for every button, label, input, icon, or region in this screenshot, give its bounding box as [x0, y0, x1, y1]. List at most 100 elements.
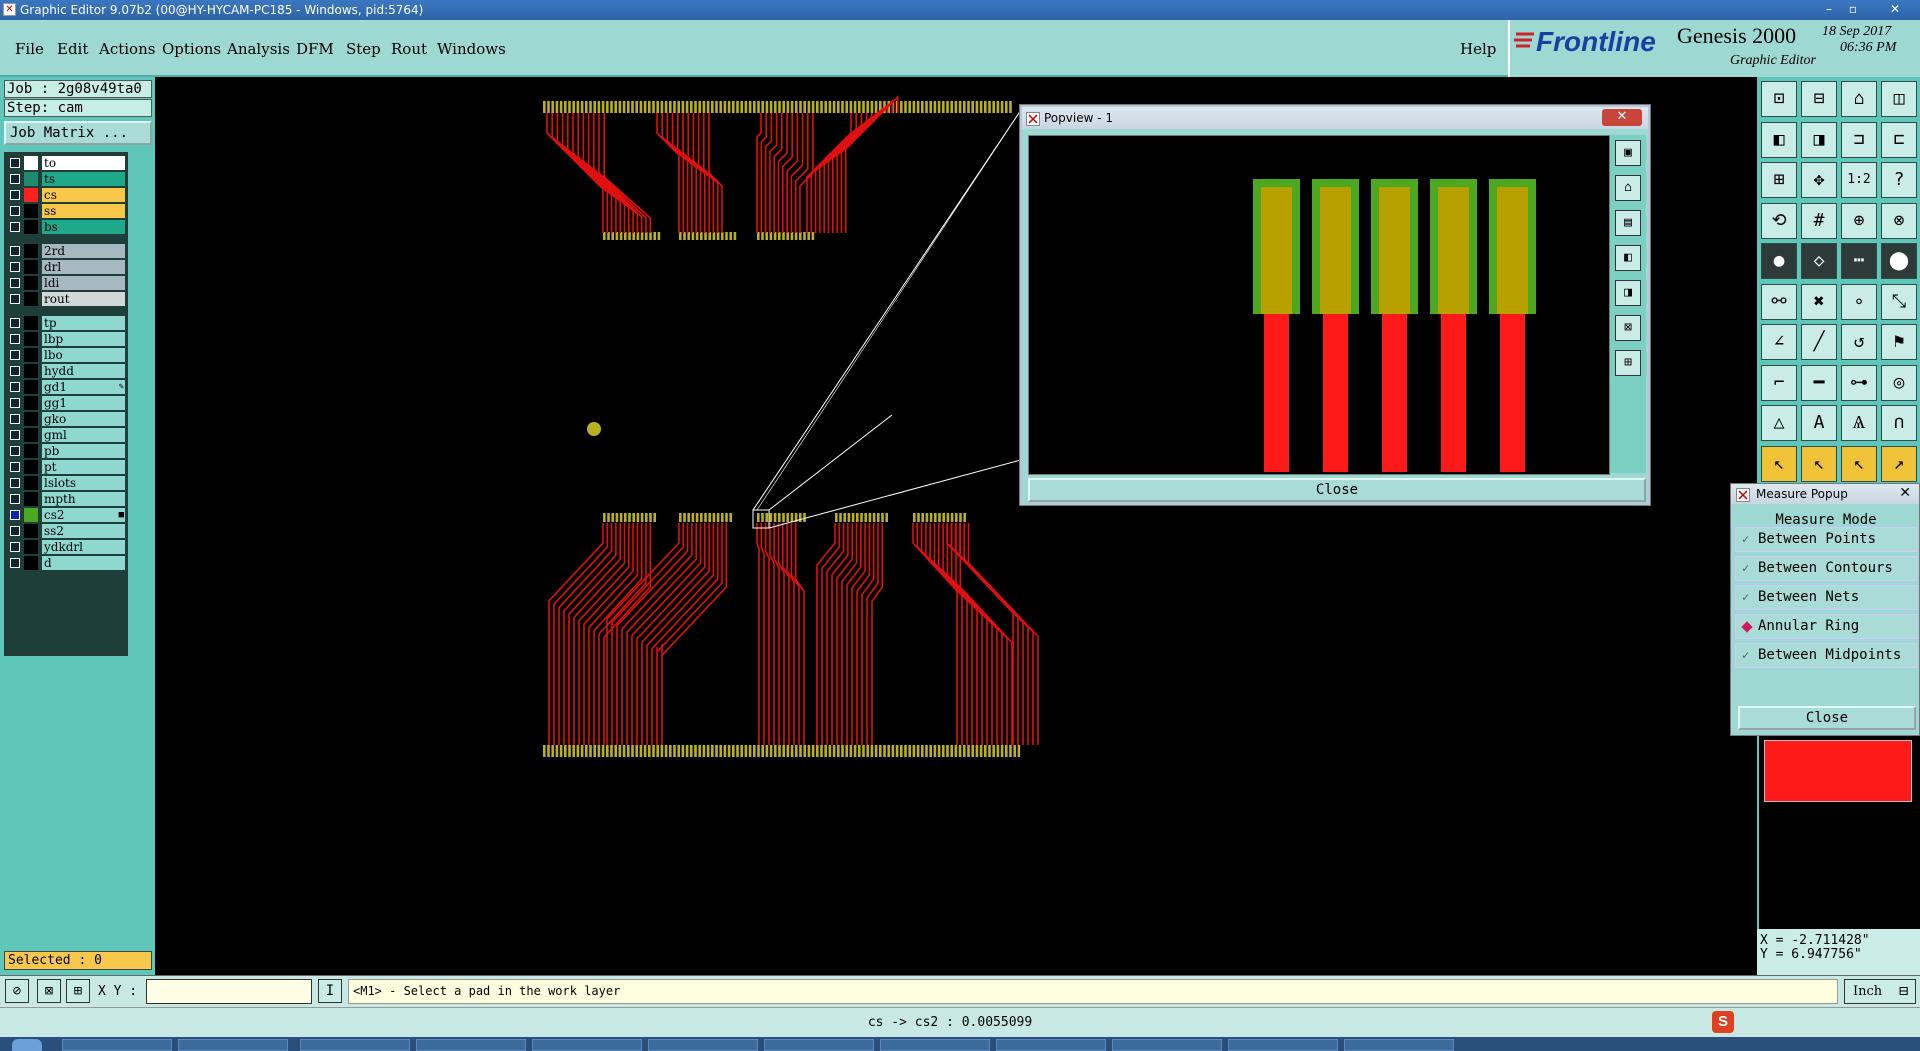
layer-checkbox[interactable]: [10, 158, 20, 168]
measure-close-icon[interactable]: ✕: [1899, 485, 1911, 501]
layer-color-swatch[interactable]: [24, 220, 38, 234]
measure-line-icon[interactable]: ━: [1801, 364, 1837, 401]
taskbar-item[interactable]: [648, 1039, 758, 1051]
snap-icon[interactable]: ⊕: [1841, 202, 1877, 239]
layer-row-lbo[interactable]: lbo: [8, 348, 126, 362]
layer-name[interactable]: ss2: [42, 524, 125, 538]
popview-pan-icon[interactable]: ◨: [1615, 280, 1641, 306]
layer-row-rout[interactable]: rout: [8, 292, 126, 306]
measure-shapes-icon[interactable]: ◎: [1881, 364, 1917, 401]
layer-name[interactable]: d: [42, 556, 125, 570]
layer-row-d[interactable]: d: [8, 556, 126, 570]
layer-name[interactable]: tp: [42, 316, 125, 330]
layer-color-swatch[interactable]: [24, 156, 38, 170]
layer-checkbox[interactable]: [10, 478, 20, 488]
house-icon[interactable]: ⌂: [1841, 81, 1877, 117]
layer-color-swatch[interactable]: [24, 524, 38, 538]
layer-checkbox[interactable]: [10, 334, 20, 344]
line-blue-icon[interactable]: ╱: [1801, 324, 1837, 360]
layer-checkbox[interactable]: [10, 462, 20, 472]
popview-zoom-view[interactable]: [1028, 135, 1610, 475]
layer-row-gko[interactable]: gko: [8, 412, 126, 426]
measure-corner-icon[interactable]: ⌐: [1761, 364, 1797, 401]
zoom-save-icon[interactable]: ⊟: [1801, 81, 1837, 117]
taskbar-item[interactable]: [532, 1039, 642, 1051]
layer-row-ts[interactable]: ts: [8, 172, 126, 186]
layer-checkbox[interactable]: [10, 430, 20, 440]
overview-map[interactable]: [1757, 736, 1920, 929]
layer-row-cs[interactable]: cs: [8, 188, 126, 202]
layer-checkbox[interactable]: [10, 526, 20, 536]
layer-color-swatch[interactable]: [24, 364, 38, 378]
popview-zoom-home-icon[interactable]: ⌂: [1615, 175, 1641, 201]
layer-name[interactable]: bs: [42, 220, 125, 234]
fit-screen-icon[interactable]: ⊞: [1761, 162, 1797, 198]
delete-node-icon[interactable]: ✖: [1801, 283, 1837, 320]
taskbar-item[interactable]: [1344, 1039, 1454, 1051]
window-icon[interactable]: ◫: [1881, 81, 1917, 117]
layer-checkbox[interactable]: [10, 350, 20, 360]
layer-name[interactable]: pt: [42, 460, 125, 474]
select-outline-icon[interactable]: ◇: [1801, 243, 1837, 279]
menu-edit[interactable]: Edit: [57, 40, 88, 58]
menu-actions[interactable]: Actions: [99, 40, 155, 58]
measure-option-between-contours[interactable]: ✓ Between Contours: [1735, 556, 1917, 581]
layer-checkbox[interactable]: [10, 262, 20, 272]
layer-row-pb[interactable]: pb: [8, 444, 126, 458]
menu-options[interactable]: Options: [162, 40, 221, 58]
layer-name[interactable]: lslots: [42, 476, 125, 490]
layer-color-swatch[interactable]: [24, 244, 38, 258]
snap-settings-icon[interactable]: ⊗: [1881, 202, 1917, 239]
layer-color-swatch[interactable]: [24, 556, 38, 570]
layer-name[interactable]: lbo: [42, 348, 125, 362]
measure-option-between-points[interactable]: ✓ Between Points: [1735, 527, 1917, 552]
connect-nodes-icon[interactable]: ⚯: [1761, 283, 1797, 320]
layer-checkbox[interactable]: [10, 294, 20, 304]
layer-checkbox[interactable]: [10, 278, 20, 288]
layer-color-swatch[interactable]: [24, 172, 38, 186]
layer-checkbox[interactable]: [10, 190, 20, 200]
pan-center-icon[interactable]: ✥: [1801, 162, 1837, 198]
taskbar-item[interactable]: [880, 1039, 990, 1051]
snap-mode-icon[interactable]: ⊞: [66, 979, 90, 1003]
layer-checkbox[interactable]: [10, 174, 20, 184]
taskbar-item[interactable]: [62, 1039, 172, 1051]
menu-step[interactable]: Step: [346, 40, 381, 58]
measure-option-between-midpoints[interactable]: ✓ Between Midpoints: [1735, 643, 1917, 668]
layer-color-swatch[interactable]: [24, 428, 38, 442]
layer-name[interactable]: ydkdrl: [42, 540, 125, 554]
layer-name[interactable]: 2rd: [42, 244, 125, 258]
layer-row-gml[interactable]: gml: [8, 428, 126, 442]
layer-name[interactable]: gml: [42, 428, 125, 442]
layer-row-ldi[interactable]: ldi: [8, 276, 126, 290]
measure-close-button[interactable]: Close: [1738, 706, 1916, 730]
layer-checkbox[interactable]: [10, 222, 20, 232]
taskbar-item[interactable]: [178, 1039, 288, 1051]
layer-checkbox[interactable]: [10, 246, 20, 256]
layer-name[interactable]: cs: [42, 188, 125, 202]
popview-zoom-out-icon[interactable]: ◧: [1615, 245, 1641, 271]
scale-1-2-icon[interactable]: 1:2: [1841, 162, 1877, 198]
taskbar-item[interactable]: [996, 1039, 1106, 1051]
zoom-left-icon[interactable]: ◧: [1761, 121, 1797, 158]
layer-name[interactable]: ts: [42, 172, 125, 186]
layer-row-to[interactable]: to: [8, 156, 126, 170]
dot-icon[interactable]: ⬤: [1881, 243, 1917, 279]
zoom-home-icon[interactable]: ⊡: [1761, 81, 1797, 117]
taskbar-item[interactable]: [416, 1039, 526, 1051]
triangle-red-icon[interactable]: △: [1761, 405, 1797, 441]
menu-file[interactable]: File: [15, 40, 44, 58]
menu-help[interactable]: Help: [1460, 40, 1496, 58]
layer-row-ydkdrl[interactable]: ydkdrl: [8, 540, 126, 554]
layer-color-swatch[interactable]: [24, 188, 38, 202]
job-matrix-button[interactable]: Job Matrix ...: [4, 121, 152, 145]
dashed-line-icon[interactable]: ┅: [1841, 243, 1877, 279]
minimize-button[interactable]: –: [1818, 1, 1840, 18]
arch-a-icon[interactable]: Ѧ: [1841, 405, 1877, 441]
layer-row-lbp[interactable]: lbp: [8, 332, 126, 346]
layer-color-swatch[interactable]: [24, 476, 38, 490]
select-pad-icon[interactable]: ●: [1761, 243, 1797, 279]
text-cursor-icon[interactable]: I: [318, 979, 342, 1003]
layer-checkbox[interactable]: [10, 494, 20, 504]
layer-row-pt[interactable]: pt: [8, 460, 126, 474]
